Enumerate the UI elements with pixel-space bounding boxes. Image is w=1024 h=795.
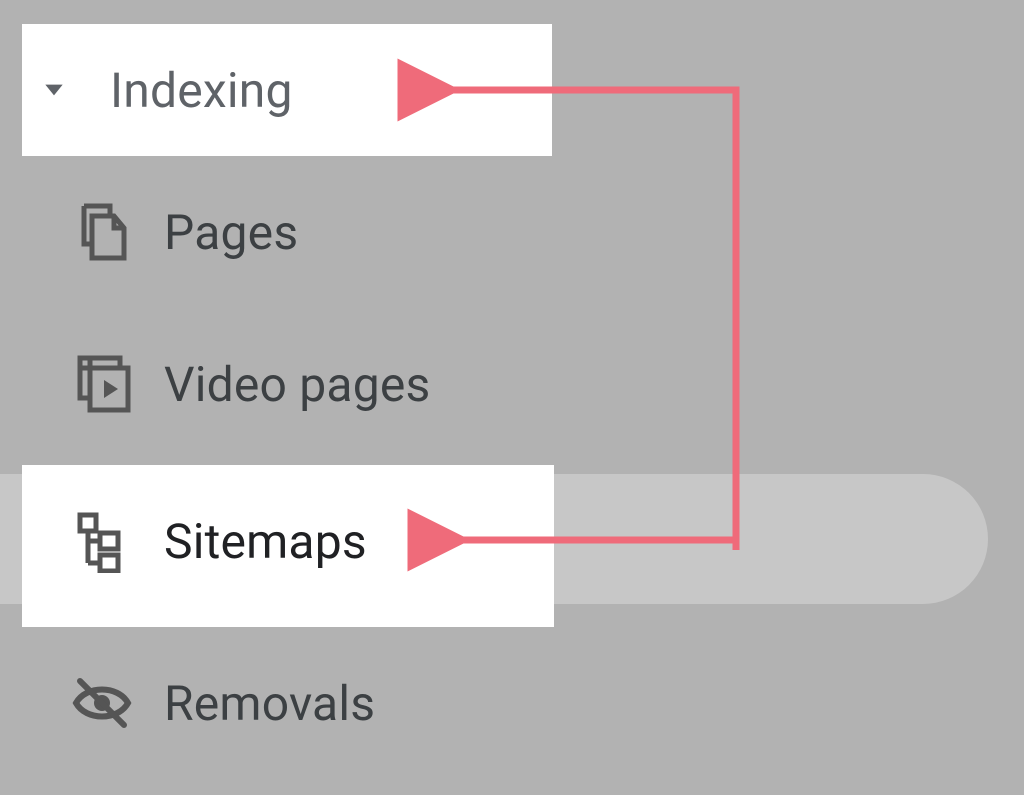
sidebar-section-header[interactable]: Indexing: [0, 24, 560, 156]
collapse-caret-down-icon: [0, 77, 108, 103]
sidebar-item-label: Removals: [108, 675, 375, 732]
sidebar-item-sitemaps[interactable]: Sitemaps: [0, 460, 560, 622]
sidebar-item-label: Video pages: [108, 356, 430, 413]
sidebar-item-label: Sitemaps: [108, 513, 367, 570]
sidebar-item-removals[interactable]: Removals: [0, 622, 560, 784]
sidebar-item-video-pages[interactable]: Video pages: [0, 308, 560, 460]
sidebar-item-label: Pages: [108, 204, 298, 261]
sidebar-section-indexing: Indexing Pages: [0, 24, 560, 784]
sidebar-items: Pages Video pages: [0, 156, 560, 784]
sidebar-item-pages[interactable]: Pages: [0, 156, 560, 308]
section-label: Indexing: [108, 62, 293, 119]
